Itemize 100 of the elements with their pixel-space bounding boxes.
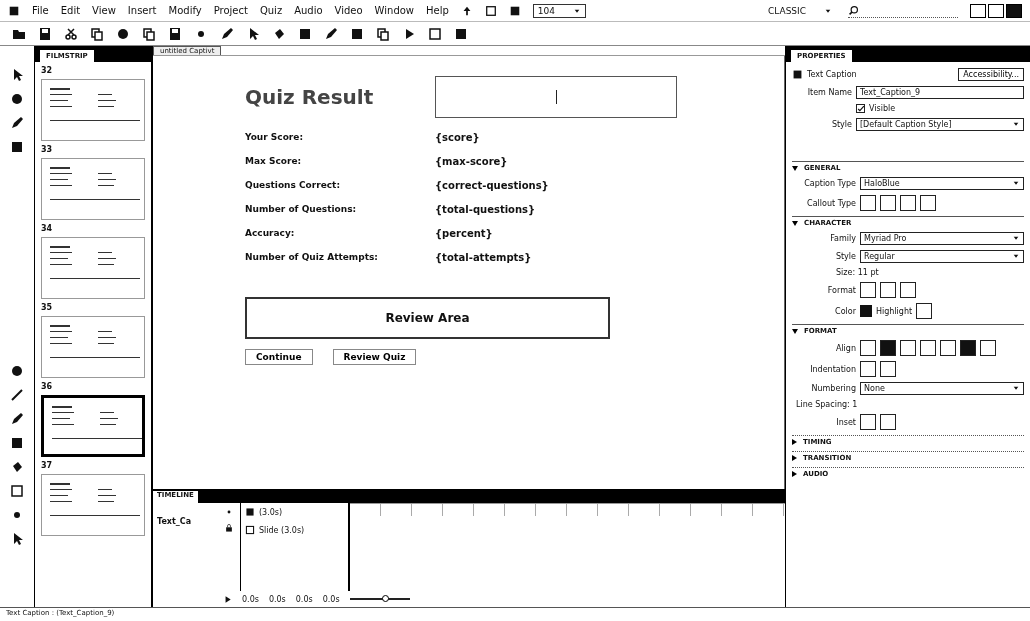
- accessibility-button[interactable]: Accessibility...: [958, 68, 1024, 81]
- timeline-item[interactable]: (3.0s): [259, 507, 283, 517]
- slide-number: 34: [41, 224, 54, 233]
- inset-option[interactable]: [860, 414, 876, 430]
- line-icon[interactable]: [10, 388, 24, 402]
- format-option[interactable]: [860, 282, 876, 298]
- save-icon[interactable]: [38, 26, 52, 41]
- menu-item[interactable]: Audio: [294, 5, 323, 16]
- object-type: Text Caption: [807, 70, 857, 79]
- align-option[interactable]: [940, 340, 956, 356]
- align-option[interactable]: [860, 340, 876, 356]
- slide-button[interactable]: Continue: [245, 349, 313, 365]
- square-icon[interactable]: [10, 436, 24, 450]
- slide-button[interactable]: Review Quiz: [332, 349, 417, 365]
- align-option[interactable]: [920, 340, 936, 356]
- field-label: Color: [834, 306, 856, 316]
- field-label: Style: [830, 120, 852, 129]
- pen-icon[interactable]: [10, 412, 24, 426]
- color-swatch[interactable]: [860, 305, 872, 317]
- score-label: Questions Correct:: [245, 180, 341, 191]
- highlight-swatch[interactable]: [916, 303, 933, 319]
- square-icon[interactable]: [350, 26, 364, 41]
- score-label: Number of Quiz Attempts:: [245, 252, 379, 263]
- score-variable: {total-questions}: [435, 204, 537, 215]
- slide-thumbnail[interactable]: [41, 474, 145, 536]
- expand-arrow-icon[interactable]: [792, 165, 798, 171]
- slide-number: 36: [41, 382, 54, 391]
- field-label: Callout Type: [806, 198, 856, 208]
- format-option[interactable]: [880, 282, 896, 298]
- review-area: Review Area: [245, 297, 610, 339]
- zoom-dropdown[interactable]: 104: [532, 3, 587, 18]
- field-label: Numbering: [810, 384, 856, 393]
- font-family-dropdown[interactable]: Myriad Pro: [860, 232, 1024, 245]
- indent-option[interactable]: [880, 361, 896, 377]
- field-label: Indentation: [809, 364, 856, 374]
- slide-thumbnail[interactable]: [41, 237, 145, 299]
- maximize-button[interactable]: [988, 3, 1004, 18]
- visible-checkbox[interactable]: [856, 104, 865, 113]
- expand-arrow-icon[interactable]: [792, 439, 797, 445]
- caption-type-dropdown[interactable]: HaloBlue: [860, 177, 1024, 190]
- numbering-dropdown[interactable]: None: [860, 382, 1024, 395]
- expand-arrow-icon[interactable]: [792, 471, 797, 477]
- text-box[interactable]: [435, 76, 677, 118]
- indent-option[interactable]: [860, 361, 876, 377]
- copy-icon[interactable]: [376, 26, 390, 41]
- search-field[interactable]: [848, 3, 958, 18]
- menu-item[interactable]: Edit: [60, 5, 81, 16]
- menu-item[interactable]: Project: [213, 5, 248, 16]
- square-icon[interactable]: [10, 140, 24, 154]
- field-label: Highlight: [876, 306, 913, 316]
- record-icon[interactable]: [116, 26, 130, 41]
- menu-item[interactable]: Video: [334, 5, 363, 16]
- item-name-field[interactable]: Text_Caption_9: [856, 86, 1024, 99]
- menu-item[interactable]: Help: [426, 5, 449, 16]
- callout-option[interactable]: [920, 195, 936, 211]
- callout-option[interactable]: [900, 195, 916, 211]
- close-button[interactable]: [1006, 3, 1022, 18]
- play-icon[interactable]: [223, 594, 232, 604]
- field-label: Family: [829, 234, 856, 243]
- expand-arrow-icon[interactable]: [792, 220, 798, 226]
- field-label: Inset: [835, 417, 856, 427]
- menu-item[interactable]: View: [92, 5, 116, 16]
- menu-item[interactable]: Modify: [168, 5, 202, 16]
- lock-icon[interactable]: [224, 523, 234, 533]
- menu-item[interactable]: File: [32, 5, 49, 16]
- frame-icon[interactable]: [10, 484, 24, 498]
- menu-item[interactable]: Window: [374, 5, 415, 16]
- slide-thumbnail[interactable]: [41, 316, 145, 378]
- inset-option[interactable]: [880, 414, 896, 430]
- slide-thumbnail[interactable]: [41, 395, 145, 457]
- square-icon[interactable]: [454, 26, 468, 41]
- square-icon[interactable]: [168, 26, 182, 41]
- callout-option[interactable]: [860, 195, 876, 211]
- score-label: Max Score:: [245, 156, 303, 167]
- pen-icon[interactable]: [324, 26, 338, 41]
- font-style-dropdown[interactable]: Regular: [860, 250, 1024, 263]
- callout-option[interactable]: [880, 195, 896, 211]
- format-option[interactable]: [900, 282, 916, 298]
- cut-icon[interactable]: [64, 26, 78, 41]
- square-icon[interactable]: [298, 26, 312, 41]
- slide-thumbnail[interactable]: [41, 79, 145, 141]
- menu-item[interactable]: Insert: [127, 5, 157, 16]
- minimize-button[interactable]: [970, 3, 986, 18]
- frame-icon[interactable]: [428, 26, 442, 41]
- timeline-item[interactable]: Slide (3.0s): [259, 525, 305, 535]
- align-option[interactable]: [900, 340, 916, 356]
- quiz-title: Quiz Result: [245, 85, 375, 109]
- expand-arrow-icon[interactable]: [792, 455, 797, 461]
- copy-icon[interactable]: [142, 26, 156, 41]
- align-option[interactable]: [980, 340, 996, 356]
- expand-arrow-icon[interactable]: [792, 328, 798, 334]
- checkbox-label: Visible: [869, 104, 896, 113]
- style-dropdown[interactable]: [Default Caption Style]: [856, 118, 1024, 131]
- score-label: Accuracy:: [245, 228, 296, 239]
- slide-thumbnail[interactable]: [41, 158, 145, 220]
- copy-icon[interactable]: [90, 26, 104, 41]
- menu-item[interactable]: Quiz: [259, 5, 283, 16]
- field-label: Align: [834, 343, 856, 353]
- slide-number: 37: [41, 461, 54, 470]
- pen-icon[interactable]: [220, 26, 234, 41]
